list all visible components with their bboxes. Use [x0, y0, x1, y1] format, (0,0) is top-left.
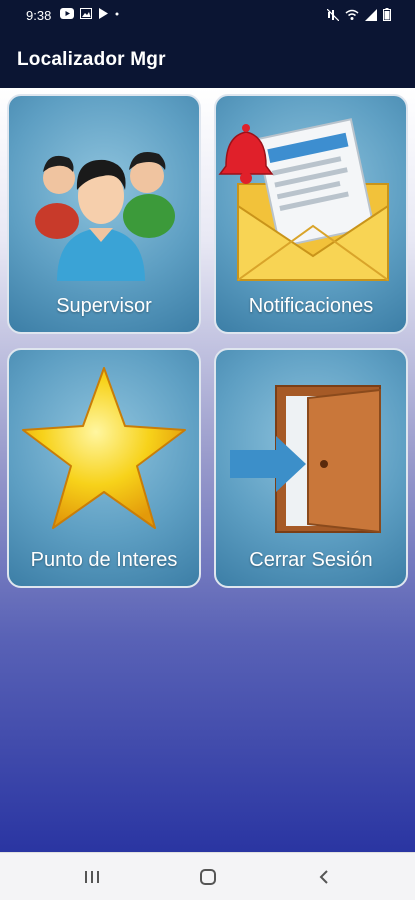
dot-icon: [115, 12, 119, 15]
cerrar-sesion-label: Cerrar Sesión: [249, 549, 373, 571]
mute-icon: [327, 8, 339, 21]
wifi-icon: [345, 9, 359, 20]
app-bar: Localizador Mgr: [0, 32, 415, 88]
app-title: Localizador Mgr: [17, 49, 166, 70]
notificaciones-label: Notificaciones: [248, 295, 374, 317]
back-button[interactable]: [312, 865, 336, 889]
cerrar-sesion-tile[interactable]: Cerrar Sesión: [214, 348, 408, 588]
status-right-icons: [327, 8, 391, 21]
recents-icon: [85, 871, 99, 883]
status-left-icons: [60, 8, 119, 19]
signal-icon: [365, 8, 377, 21]
back-icon: [319, 870, 328, 884]
play-store-icon: [99, 8, 108, 19]
star-icon: [22, 367, 186, 529]
supervisor-tile[interactable]: Supervisor: [7, 94, 201, 334]
menu-grid: Supervisor Notificaciones Punto de Inter…: [0, 88, 415, 852]
home-button[interactable]: [196, 865, 220, 889]
users-group-icon: [35, 152, 175, 281]
youtube-icon: [60, 8, 74, 19]
envelope-bell-icon: [218, 118, 389, 281]
home-icon: [200, 869, 216, 885]
status-bar: 9:38: [0, 0, 415, 32]
recents-button[interactable]: [80, 865, 104, 889]
image-icon: [80, 8, 92, 19]
punto-de-interes-tile[interactable]: Punto de Interes: [7, 348, 201, 588]
exit-door-icon: [230, 385, 381, 534]
status-time: 9:38: [26, 8, 52, 23]
notificaciones-tile[interactable]: Notificaciones: [214, 94, 408, 334]
supervisor-label: Supervisor: [56, 295, 152, 317]
punto-de-interes-label: Punto de Interes: [30, 549, 178, 571]
battery-icon: [383, 8, 391, 21]
system-nav-bar: [0, 852, 415, 900]
